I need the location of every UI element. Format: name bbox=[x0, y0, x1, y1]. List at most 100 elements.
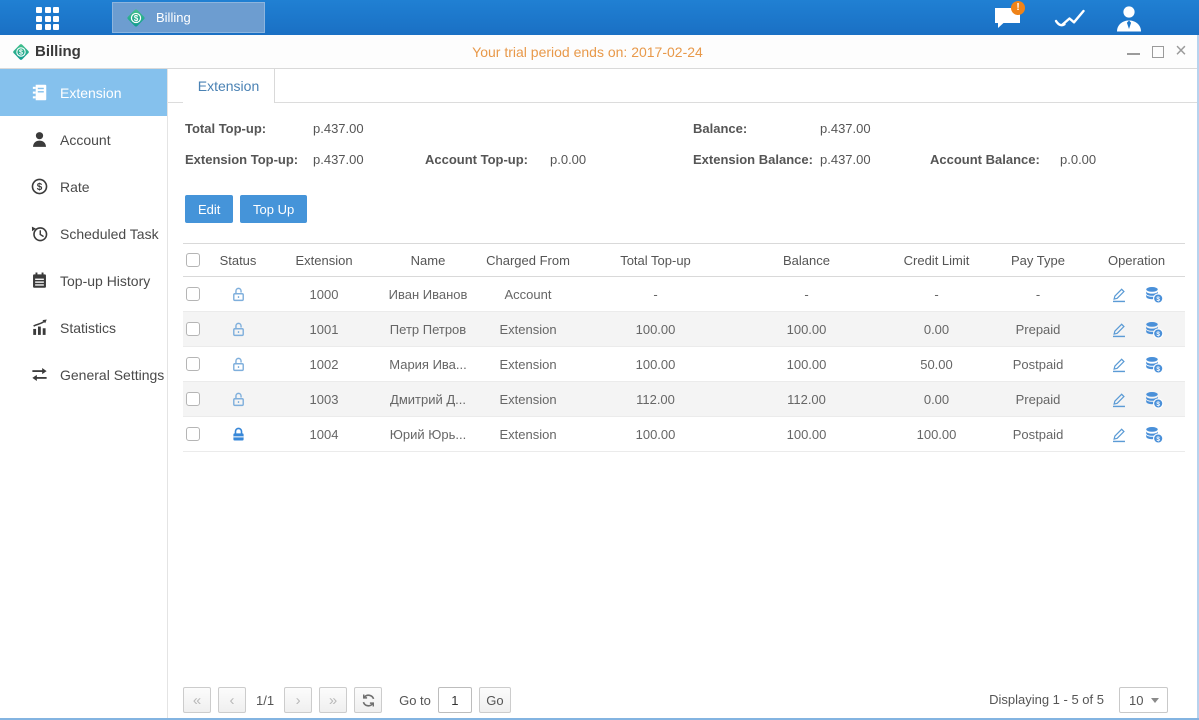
cell-total-topup: 100.00 bbox=[583, 427, 728, 442]
last-page-button[interactable]: » bbox=[319, 687, 347, 713]
user-account-icon[interactable] bbox=[1113, 4, 1145, 37]
cell-pay-type: Postpaid bbox=[988, 427, 1088, 442]
account-topup-value: p.0.00 bbox=[550, 152, 586, 167]
cell-total-topup: 112.00 bbox=[583, 392, 728, 407]
account-balance-value: p.0.00 bbox=[1060, 152, 1096, 167]
cell-name: Иван Иванов bbox=[383, 287, 473, 302]
edit-icon[interactable] bbox=[1109, 425, 1128, 444]
extension-table: Status Extension Name Charged From Total… bbox=[183, 243, 1185, 452]
line-chart-icon[interactable] bbox=[1054, 7, 1085, 35]
page-indicator: 1/1 bbox=[256, 693, 274, 708]
edit-icon[interactable] bbox=[1109, 355, 1128, 374]
window-title: Billing bbox=[35, 35, 81, 69]
topup-money-icon[interactable]: $ bbox=[1144, 390, 1164, 409]
cell-pay-type: Prepaid bbox=[988, 322, 1088, 337]
row-checkbox[interactable] bbox=[186, 427, 200, 441]
lock-closed-icon bbox=[230, 426, 247, 443]
svg-text:$: $ bbox=[37, 182, 43, 193]
edit-button[interactable]: Edit bbox=[185, 195, 233, 223]
topup-money-icon[interactable]: $ bbox=[1144, 320, 1164, 339]
prev-page-button[interactable]: ‹ bbox=[218, 687, 246, 713]
total-topup-label: Total Top-up: bbox=[185, 121, 266, 136]
bar-chart-icon bbox=[30, 318, 49, 337]
edit-icon[interactable] bbox=[1109, 320, 1128, 339]
lock-open-icon bbox=[230, 356, 247, 373]
col-total-topup: Total Top-up bbox=[583, 253, 728, 268]
edit-icon[interactable] bbox=[1109, 285, 1128, 304]
row-checkbox[interactable] bbox=[186, 357, 200, 371]
go-button[interactable]: Go bbox=[479, 687, 511, 713]
sidebar-item-account[interactable]: Account bbox=[0, 116, 167, 163]
row-checkbox[interactable] bbox=[186, 287, 200, 301]
sidebar-item-topup-history[interactable]: Top-up History bbox=[0, 257, 167, 304]
goto-page-input[interactable] bbox=[438, 687, 472, 713]
sidebar-item-label: General Settings bbox=[60, 367, 164, 383]
top-up-button[interactable]: Top Up bbox=[240, 195, 307, 223]
cell-total-topup: - bbox=[583, 287, 728, 302]
topup-money-icon[interactable]: $ bbox=[1144, 355, 1164, 374]
trial-notice: Your trial period ends on: 2017-02-24 bbox=[472, 35, 703, 69]
cell-extension: 1000 bbox=[265, 287, 383, 302]
first-page-button[interactable]: « bbox=[183, 687, 211, 713]
row-checkbox[interactable] bbox=[186, 322, 200, 336]
pagination-bar: « ‹ 1/1 › » Go to Go bbox=[183, 686, 511, 714]
app-tab-label: Billing bbox=[156, 10, 191, 25]
goto-label: Go to bbox=[399, 693, 431, 708]
open-app-tab-billing[interactable]: $ Billing bbox=[112, 2, 265, 33]
tab-extension[interactable]: Extension bbox=[183, 69, 275, 103]
app-menu-grid-icon[interactable] bbox=[36, 7, 68, 29]
notebook-icon bbox=[30, 271, 49, 290]
dollar-circle-icon: $ bbox=[30, 177, 49, 196]
sidebar: Extension Account $ Rate Scheduled T bbox=[0, 69, 168, 720]
top-bar: $ Billing ! bbox=[0, 0, 1199, 35]
cell-pay-type: - bbox=[988, 287, 1088, 302]
cell-total-topup: 100.00 bbox=[583, 322, 728, 337]
cell-extension: 1003 bbox=[265, 392, 383, 407]
ledger-icon bbox=[30, 83, 49, 102]
cell-total-topup: 100.00 bbox=[583, 357, 728, 372]
balance-value: p.437.00 bbox=[820, 121, 871, 136]
notification-badge: ! bbox=[1011, 1, 1025, 15]
cell-name: Дмитрий Д... bbox=[383, 392, 473, 407]
row-checkbox[interactable] bbox=[186, 392, 200, 406]
minimize-button[interactable] bbox=[1127, 35, 1141, 69]
cell-credit-limit: 100.00 bbox=[885, 427, 988, 442]
sidebar-item-scheduled-task[interactable]: Scheduled Task bbox=[0, 210, 167, 257]
svg-text:$: $ bbox=[1156, 295, 1160, 302]
col-name: Name bbox=[383, 253, 473, 268]
cell-balance: 112.00 bbox=[728, 392, 885, 407]
cell-charged-from: Extension bbox=[473, 392, 583, 407]
close-button[interactable]: × bbox=[1173, 35, 1189, 69]
col-pay-type: Pay Type bbox=[988, 253, 1088, 268]
sidebar-item-rate[interactable]: $ Rate bbox=[0, 163, 167, 210]
page-size-select[interactable]: 10 bbox=[1119, 687, 1168, 713]
table-header-row: Status Extension Name Charged From Total… bbox=[183, 243, 1185, 277]
sidebar-item-statistics[interactable]: Statistics bbox=[0, 304, 167, 351]
sidebar-item-label: Account bbox=[60, 132, 111, 148]
select-all-checkbox[interactable] bbox=[186, 253, 200, 267]
swap-arrows-icon bbox=[30, 365, 49, 384]
table-row: 1001Петр ПетровExtension100.00100.000.00… bbox=[183, 312, 1185, 347]
maximize-button[interactable] bbox=[1151, 35, 1165, 69]
cell-balance: - bbox=[728, 287, 885, 302]
cell-name: Юрий Юрь... bbox=[383, 427, 473, 442]
cell-balance: 100.00 bbox=[728, 357, 885, 372]
cell-name: Петр Петров bbox=[383, 322, 473, 337]
next-page-button[interactable]: › bbox=[284, 687, 312, 713]
sidebar-item-general-settings[interactable]: General Settings bbox=[0, 351, 167, 398]
topup-money-icon[interactable]: $ bbox=[1144, 285, 1164, 304]
cell-extension: 1004 bbox=[265, 427, 383, 442]
cell-balance: 100.00 bbox=[728, 427, 885, 442]
cell-extension: 1002 bbox=[265, 357, 383, 372]
refresh-button[interactable] bbox=[354, 687, 382, 713]
sidebar-item-extension[interactable]: Extension bbox=[0, 69, 167, 116]
total-topup-value: p.437.00 bbox=[313, 121, 364, 136]
cell-charged-from: Extension bbox=[473, 427, 583, 442]
svg-text:$: $ bbox=[1156, 400, 1160, 407]
table-row: 1002Мария Ива...Extension100.00100.0050.… bbox=[183, 347, 1185, 382]
topup-money-icon[interactable]: $ bbox=[1144, 425, 1164, 444]
extension-balance-value: p.437.00 bbox=[820, 152, 871, 167]
table-row: 1004Юрий Юрь...Extension100.00100.00100.… bbox=[183, 417, 1185, 452]
edit-icon[interactable] bbox=[1109, 390, 1128, 409]
account-topup-label: Account Top-up: bbox=[425, 152, 528, 167]
